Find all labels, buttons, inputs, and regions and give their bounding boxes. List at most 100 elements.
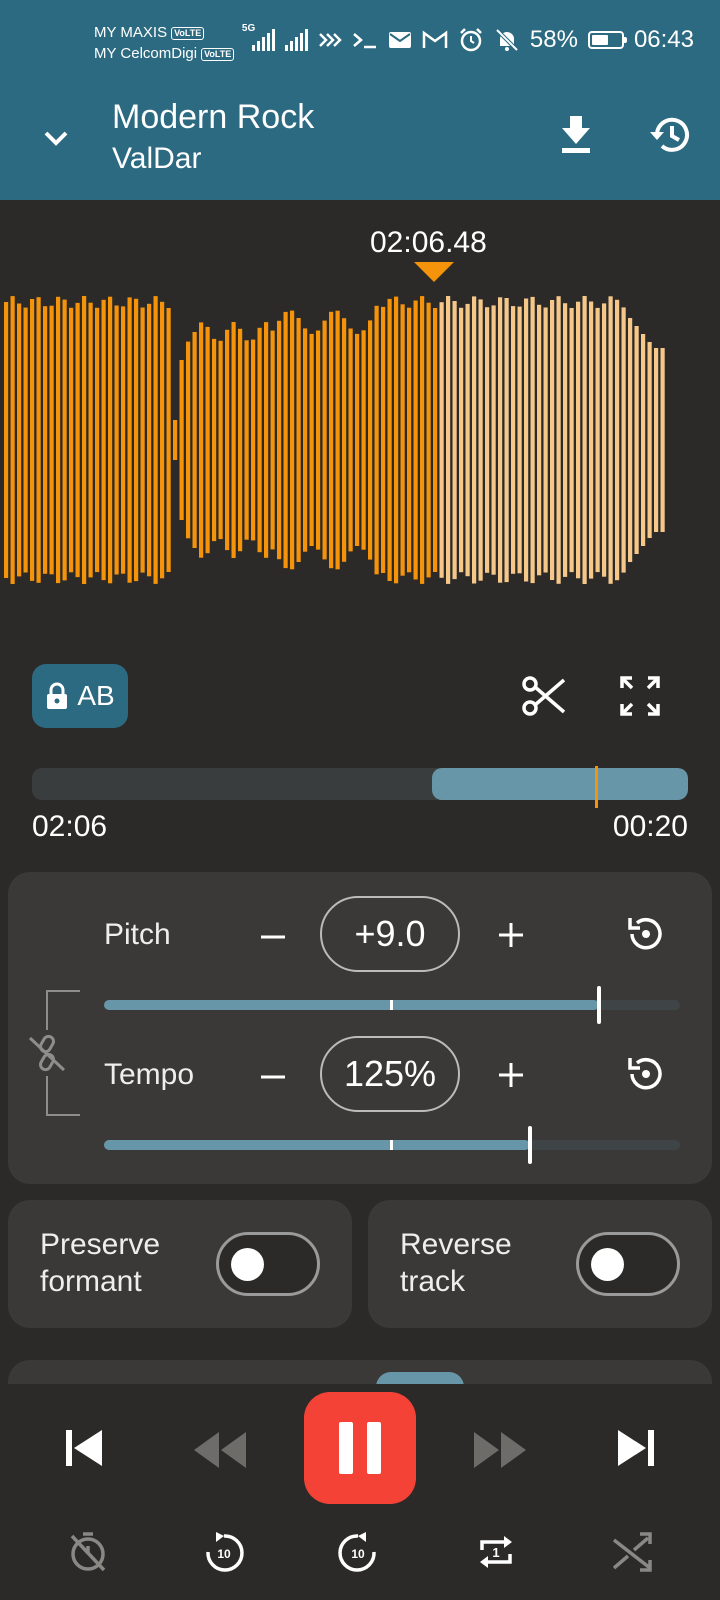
waveform-bar xyxy=(420,296,425,584)
waveform-bar xyxy=(465,303,470,577)
skip-previous-icon[interactable] xyxy=(62,1426,106,1470)
waveform-bar xyxy=(400,304,405,576)
waveform-bar xyxy=(173,420,178,460)
tempo-value[interactable]: 125% xyxy=(320,1036,460,1112)
waveform-bar xyxy=(127,297,132,583)
waveform-bar xyxy=(407,307,412,573)
waveform-bar xyxy=(56,296,61,584)
waveform-bar xyxy=(394,296,399,584)
status-icons: 5G 58% 06:43 xyxy=(242,23,694,54)
waveform-bar xyxy=(582,296,587,584)
tempo-plus-button[interactable] xyxy=(496,1060,526,1090)
reverse-track-toggle[interactable] xyxy=(576,1232,680,1296)
range-end-time: 00:20 xyxy=(612,810,688,843)
preserve-formant-toggle[interactable] xyxy=(216,1232,320,1296)
waveform-bar xyxy=(121,306,126,574)
waveform-bar xyxy=(108,296,113,584)
waveform-bar xyxy=(95,307,100,573)
waveform-bar xyxy=(4,302,9,578)
waveform-bar xyxy=(452,301,457,580)
waveform-bar xyxy=(251,339,256,541)
collapse-chevron-icon[interactable] xyxy=(36,118,76,158)
waveform-bar xyxy=(270,330,275,550)
waveform-bar xyxy=(309,333,314,546)
waveform-bar xyxy=(478,299,483,581)
pause-icon xyxy=(339,1422,353,1474)
ab-loop-button[interactable]: AB xyxy=(32,664,128,728)
terminal-icon xyxy=(353,33,376,49)
pitch-minus-button[interactable] xyxy=(258,922,288,952)
repeat-one-icon[interactable]: 1 xyxy=(474,1530,518,1574)
waveform-bar xyxy=(647,342,652,538)
gmail-icon xyxy=(422,30,448,48)
pause-button[interactable] xyxy=(304,1392,416,1504)
preserve-formant-label: Preserve formant xyxy=(40,1228,161,1298)
waveform-bar xyxy=(114,305,119,575)
download-icon[interactable] xyxy=(556,112,596,156)
waveform-bar xyxy=(511,306,516,574)
pitch-slider[interactable] xyxy=(104,986,680,1024)
clock: 06:43 xyxy=(633,26,694,53)
range-track[interactable] xyxy=(32,768,688,800)
waveform[interactable] xyxy=(0,292,720,612)
scissors-icon[interactable] xyxy=(520,672,568,720)
waveform-bar xyxy=(335,310,340,570)
waveform-bar xyxy=(43,306,48,574)
history-icon[interactable] xyxy=(648,112,694,158)
battery-icon xyxy=(587,31,627,49)
tempo-reset-icon[interactable] xyxy=(624,1052,668,1096)
waveform-bar xyxy=(556,296,561,584)
shuffle-off-icon[interactable] xyxy=(610,1530,654,1574)
forward-10-icon[interactable]: 10 xyxy=(336,1530,380,1574)
reverse-track-label: Reverse track xyxy=(400,1228,512,1298)
playback-position: 02:06.48 xyxy=(370,226,487,259)
waveform-bar xyxy=(459,307,464,573)
unlink-icon[interactable] xyxy=(24,1030,70,1076)
waveform-bar xyxy=(75,302,80,578)
fast-forward-icon[interactable] xyxy=(472,1430,528,1470)
waveform-bar xyxy=(608,296,613,584)
skip-next-icon[interactable] xyxy=(614,1426,658,1470)
fullscreen-icon[interactable] xyxy=(618,674,662,718)
waveform-bar xyxy=(621,307,626,573)
waveform-bar xyxy=(140,307,145,573)
tempo-slider-thumb[interactable] xyxy=(528,1126,532,1164)
waveform-bar xyxy=(10,296,15,584)
range-selection[interactable] xyxy=(432,768,688,800)
timer-off-icon[interactable] xyxy=(66,1530,110,1574)
waveform-bar xyxy=(498,297,503,583)
waveform-bar xyxy=(218,340,223,540)
battery-percent: 58% xyxy=(529,26,578,53)
waveform-bar xyxy=(82,296,87,584)
pitch-slider-thumb[interactable] xyxy=(597,986,601,1024)
lock-icon xyxy=(47,682,68,709)
waveform-bar xyxy=(277,320,282,560)
waveform-bar xyxy=(439,302,444,578)
waveform-bar xyxy=(329,311,334,569)
waveform-bar xyxy=(387,298,392,581)
waveform-bar xyxy=(524,298,529,582)
pitch-value[interactable]: +9.0 xyxy=(320,896,460,972)
status-bar: MY MAXIS VoLTE MY CelcomDigi VoLTE 5G 58% … xyxy=(0,0,720,88)
replay-10-icon[interactable]: 10 xyxy=(202,1530,246,1574)
waveform-bar xyxy=(199,322,204,558)
tempo-minus-button[interactable] xyxy=(258,1062,288,1092)
waveform-bar xyxy=(153,296,158,584)
range-position-marker xyxy=(595,766,598,808)
waveform-bar xyxy=(569,308,574,573)
waveform-bar xyxy=(348,328,353,552)
rewind-icon[interactable] xyxy=(192,1430,248,1470)
waveform-bar xyxy=(88,302,93,578)
pitch-reset-icon[interactable] xyxy=(624,912,668,956)
tempo-slider[interactable] xyxy=(104,1126,680,1164)
pitch-plus-button[interactable] xyxy=(496,920,526,950)
waveform-bar xyxy=(543,307,548,573)
waveform-bar xyxy=(381,306,386,573)
waveform-bar xyxy=(654,348,659,532)
waveform-bar xyxy=(212,338,217,542)
volte-badge: VoLTE xyxy=(201,47,235,61)
waveform-bar xyxy=(595,307,600,573)
playhead-marker[interactable] xyxy=(414,262,454,282)
waveform-bar xyxy=(660,348,665,532)
waveform-bar xyxy=(615,299,620,581)
